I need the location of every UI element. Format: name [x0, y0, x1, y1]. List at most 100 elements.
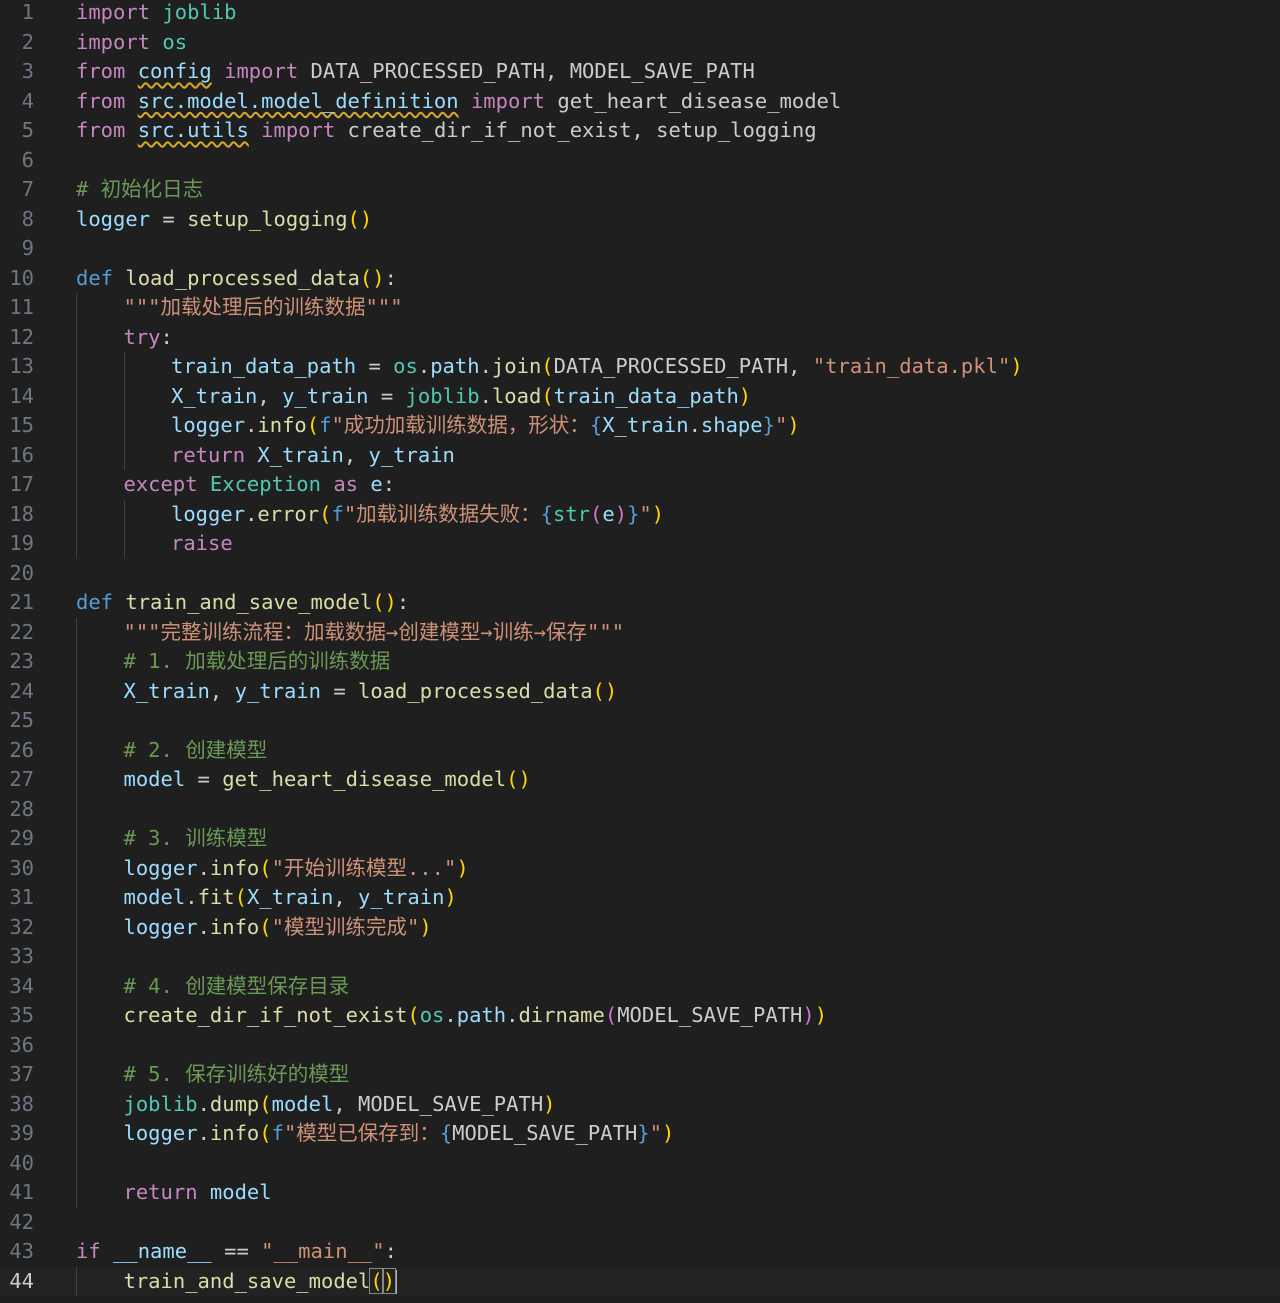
code-line[interactable]: 28 — [0, 794, 1280, 824]
code-token-fn: info — [257, 413, 307, 437]
code-line[interactable]: 12 try: — [0, 322, 1280, 352]
indent-guide — [76, 1089, 77, 1119]
code-line[interactable]: 40 — [0, 1148, 1280, 1178]
code-line[interactable]: 35 create_dir_if_not_exist(os.path.dirnam… — [0, 1001, 1280, 1031]
code-line[interactable]: 44 train_and_save_model() — [0, 1266, 1280, 1296]
line-number: 41 — [9, 1180, 34, 1204]
code-line[interactable]: 7 # 初始化日志 — [0, 175, 1280, 205]
code-line[interactable]: 43 if __name__ == "__main__": — [0, 1237, 1280, 1267]
code-token-kw: import — [470, 88, 546, 113]
code-line[interactable]: 5 from src.utils import create_dir_if_not… — [0, 116, 1280, 146]
code-token-br: ) — [1010, 354, 1023, 378]
code-line[interactable]: 21 def train_and_save_model(): — [0, 588, 1280, 618]
code-token: . — [444, 1003, 457, 1027]
code-token-str: " — [639, 501, 652, 526]
matched-bracket: ) — [381, 1267, 397, 1294]
code-line[interactable]: 13 train_data_path = os.path.join(DATA_PR… — [0, 352, 1280, 382]
code-line[interactable]: 23 # 1. 加载处理后的训练数据 — [0, 647, 1280, 677]
code-line[interactable]: 36 — [0, 1030, 1280, 1060]
line-number: 26 — [9, 737, 34, 762]
code-line[interactable]: 25 — [0, 706, 1280, 736]
code-line[interactable]: 6 — [0, 146, 1280, 176]
code-line[interactable]: 15 logger.info(f"成功加载训练数据，形状：{X_train.sha… — [0, 411, 1280, 441]
code-line[interactable]: 30 logger.info("开始训练模型...") — [0, 853, 1280, 883]
code-line[interactable]: 19 raise — [0, 529, 1280, 559]
line-number: 17 — [9, 472, 34, 496]
code-line[interactable]: 42 — [0, 1208, 1280, 1238]
code-token-br: ) — [814, 1003, 828, 1027]
code-token-br: ( — [407, 1003, 420, 1027]
line-number: 24 — [9, 678, 34, 703]
code-token-kw: as — [333, 472, 359, 496]
code-token-fn: create_dir_if_not_exist — [123, 1003, 408, 1027]
code-token-def: } — [637, 1121, 650, 1145]
indent-guide — [76, 499, 77, 529]
code-line[interactable]: 9 — [0, 234, 1280, 264]
indent-guide — [76, 824, 77, 854]
code-line[interactable]: 11 """加载处理后的训练数据""" — [0, 293, 1280, 323]
code-line[interactable]: 38 joblib.dump(model, MODEL_SAVE_PATH) — [0, 1089, 1280, 1119]
code-token-com: # 2. 创建模型 — [123, 737, 268, 762]
code-token-fn: info — [209, 855, 260, 880]
code-token-br: ( — [541, 354, 554, 378]
code-line[interactable]: 8 logger = setup_logging() — [0, 205, 1280, 235]
code-line[interactable]: 2 import os — [0, 28, 1280, 58]
code-token-kw: from — [76, 88, 126, 113]
code-token-br: ( — [259, 855, 272, 880]
code-token: MODEL_SAVE_PATH — [452, 1121, 638, 1145]
code-token-br: ) — [661, 1121, 675, 1145]
code-token-br: () — [506, 767, 531, 791]
line-number: 13 — [9, 354, 34, 378]
code-token-br: ) — [456, 855, 469, 880]
code-text: logger = setup_logging() — [76, 205, 372, 235]
code-token-str: "开始训练模型..." — [271, 855, 457, 880]
code-line[interactable]: 3 from config import DATA_PROCESSED_PATH,… — [0, 57, 1280, 87]
code-line[interactable]: 22 """完整训练流程：加载数据→创建模型→训练→保存""" — [0, 617, 1280, 647]
code-token-fn: info — [209, 914, 260, 939]
code-line[interactable]: 1 import joblib — [0, 0, 1280, 28]
code-token: . — [417, 354, 431, 378]
indent-guide — [76, 617, 77, 647]
code-line[interactable]: 27 model = get_heart_disease_model() — [0, 765, 1280, 795]
code-line[interactable]: 31 model.fit(X_train, y_train) — [0, 883, 1280, 913]
code-line[interactable]: 34 # 4. 创建模型保存目录 — [0, 971, 1280, 1001]
line-number: 28 — [9, 796, 34, 821]
code-line[interactable]: 18 logger.error(f"加载训练数据失败：{str(e)}") — [0, 499, 1280, 529]
code-line[interactable]: 24 X_train, y_train = load_processed_data… — [0, 676, 1280, 706]
code-line[interactable]: 20 — [0, 559, 1280, 589]
code-token-kw: try — [123, 324, 161, 349]
code-editor[interactable]: 1 import joblib 2 import os 3 from config imp… — [0, 0, 1280, 1303]
indent-guide — [76, 883, 77, 913]
code-line[interactable]: 14 X_train, y_train = joblib.load(train_d… — [0, 381, 1280, 411]
indent-guide — [76, 411, 77, 441]
code-line[interactable]: 16 return X_train, y_train — [0, 440, 1280, 470]
code-line[interactable]: 26 # 2. 创建模型 — [0, 735, 1280, 765]
code-token-fn: fit — [197, 885, 235, 909]
code-line[interactable]: 17 except Exception as e: — [0, 470, 1280, 500]
code-token-kw: raise — [171, 531, 233, 555]
code-token-var: model — [123, 767, 186, 791]
indent-guide — [76, 1060, 77, 1090]
line-number: 10 — [9, 265, 34, 290]
code-line[interactable]: 37 # 5. 保存训练好的模型 — [0, 1060, 1280, 1090]
code-line[interactable]: 39 logger.info(f"模型已保存到：{MODEL_SAVE_PATH}… — [0, 1119, 1280, 1149]
code-token-var: model — [209, 1180, 272, 1204]
line-number: 21 — [9, 590, 34, 614]
code-line[interactable]: 32 logger.info("模型训练完成") — [0, 912, 1280, 942]
indent-guide — [76, 942, 77, 972]
code-text: import os — [76, 28, 187, 58]
code-token: , — [257, 383, 283, 408]
code-token-kw: except — [123, 472, 198, 496]
code-line[interactable]: 33 — [0, 942, 1280, 972]
code-line[interactable]: 41 return model — [0, 1178, 1280, 1208]
code-line[interactable]: 29 # 3. 训练模型 — [0, 824, 1280, 854]
code-text: def train_and_save_model(): — [76, 588, 409, 618]
code-token-def: f — [271, 1121, 284, 1145]
code-token-var: shape — [700, 413, 763, 437]
code-line[interactable]: 10 def load_processed_data(): — [0, 264, 1280, 294]
code-line[interactable]: 4 from src.model.model_definition import … — [0, 87, 1280, 117]
